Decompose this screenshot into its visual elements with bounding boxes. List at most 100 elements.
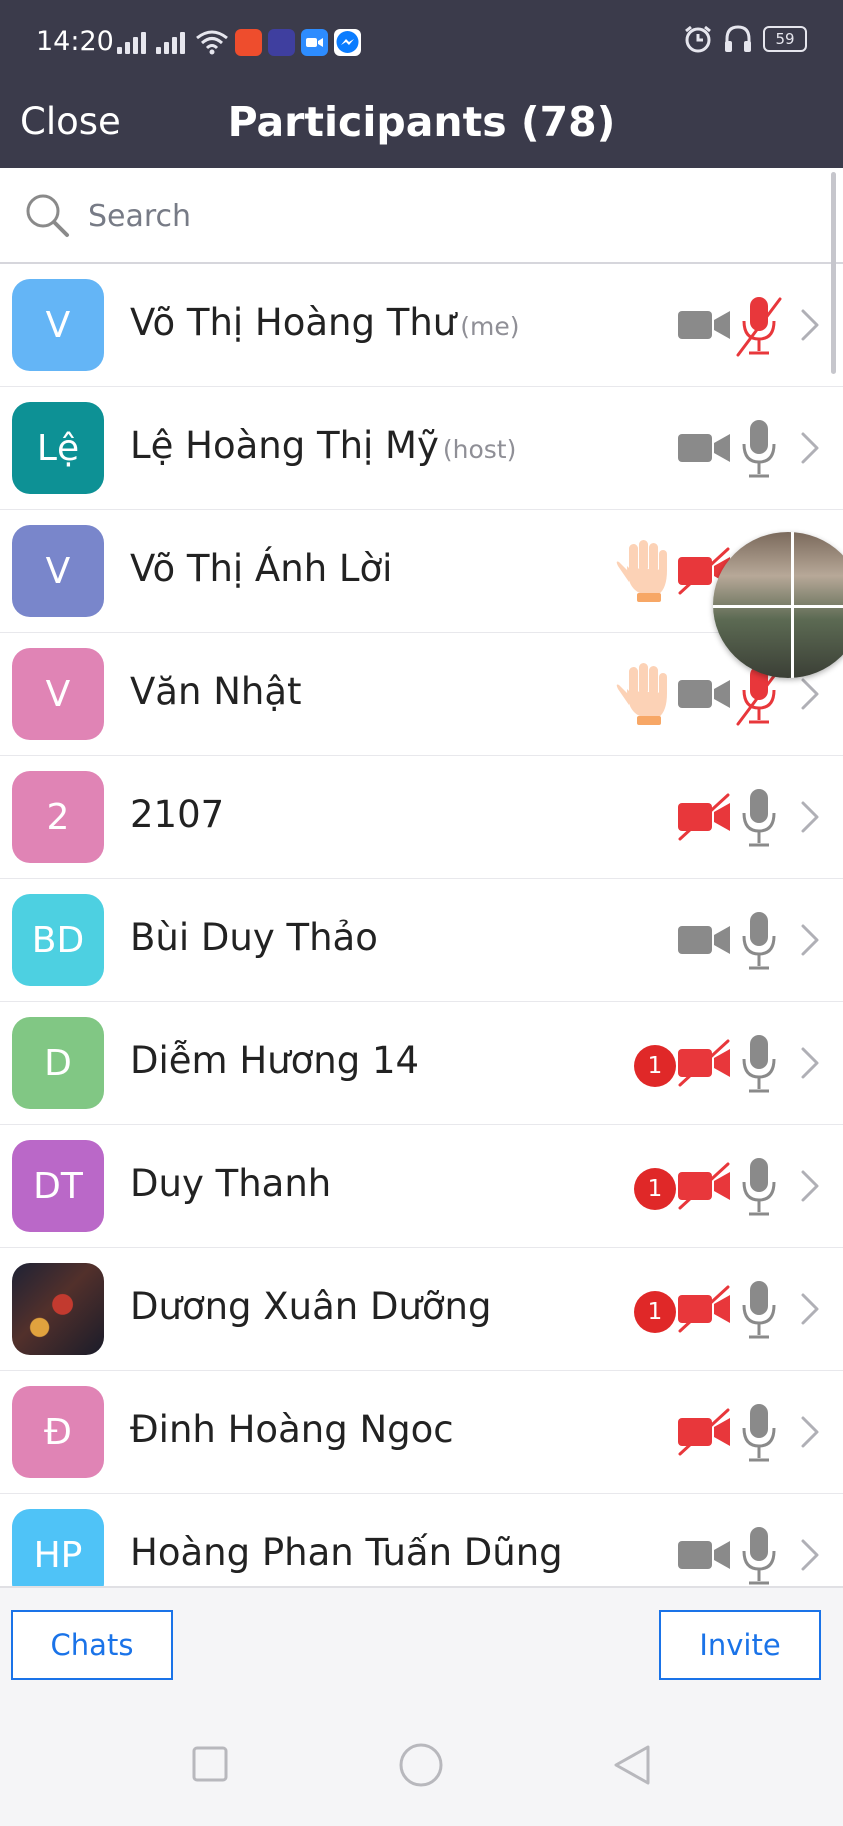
- chevron-right-icon: [801, 678, 819, 710]
- chevron-right-icon: [801, 309, 819, 341]
- participant-avatar: D: [12, 1017, 104, 1109]
- participant-name: Hoàng Phan Tuấn Dũng: [130, 1531, 563, 1574]
- participant-role-label: (me): [460, 312, 520, 341]
- participant-name-text: Lệ Hoàng Thị Mỹ: [130, 424, 439, 467]
- participant-name-text: Hoàng Phan Tuấn Dũng: [130, 1531, 563, 1574]
- raised-hand-icon: [616, 540, 667, 602]
- chevron-right-icon: [801, 801, 819, 833]
- system-nav-bar: [0, 1690, 843, 1826]
- status-left-icons: [117, 24, 361, 60]
- unread-count-badge: 1: [634, 1291, 676, 1333]
- participant-avatar: DT: [12, 1140, 104, 1232]
- video-off-icon: [678, 793, 730, 841]
- participant-name: Duy Thanh: [130, 1162, 331, 1205]
- video-on-icon: [678, 311, 730, 339]
- invite-button[interactable]: Invite: [659, 1610, 821, 1680]
- wifi-icon: [196, 30, 228, 55]
- status-bar: 14:20 59: [0, 0, 843, 84]
- headphones-icon: [725, 25, 751, 52]
- search-bar: [0, 168, 843, 264]
- participant-name-text: Đinh Hoàng Ngoc: [130, 1408, 454, 1451]
- participant-row[interactable]: Dương Xuân Dưỡng 1: [0, 1248, 843, 1372]
- video-on-icon: [678, 680, 730, 708]
- participant-avatar: 2: [12, 771, 104, 863]
- mic-icon: [742, 912, 776, 970]
- participant-list[interactable]: V Võ Thị Hoàng Thư (me) Lệ Lệ Hoàng Thị Mỹ (h…: [0, 264, 843, 1586]
- participant-row[interactable]: V Võ Thị Hoàng Thư (me): [0, 264, 843, 388]
- participant-name: Võ Thị Ánh Lời: [130, 547, 392, 590]
- chevron-right-icon: [801, 1170, 819, 1202]
- chevron-right-icon: [801, 432, 819, 464]
- chevron-right-icon: [801, 1416, 819, 1448]
- chevron-right-icon: [801, 1293, 819, 1325]
- video-off-icon: [678, 1162, 730, 1210]
- search-input[interactable]: [86, 190, 790, 242]
- scrollbar[interactable]: [831, 172, 836, 374]
- header: Close Participants (78): [0, 84, 843, 168]
- participant-avatar: [12, 1263, 104, 1355]
- participant-row[interactable]: V Văn Nhật: [0, 633, 843, 757]
- mic-icon: [742, 1527, 776, 1585]
- mic-icon: [742, 789, 776, 847]
- battery-indicator: 59: [763, 26, 807, 52]
- home-icon[interactable]: [398, 1742, 444, 1788]
- participant-avatar: HP: [12, 1509, 104, 1586]
- participant-avatar: V: [12, 648, 104, 740]
- participant-row[interactable]: HP Hoàng Phan Tuấn Dũng: [0, 1494, 843, 1586]
- page-title: Participants (78): [227, 98, 616, 146]
- participant-row[interactable]: D Diễm Hương 14 1: [0, 1002, 843, 1126]
- participant-name-text: Duy Thanh: [130, 1162, 332, 1205]
- participant-avatar: V: [12, 525, 104, 617]
- participant-name-text: Văn Nhật: [130, 670, 302, 713]
- mic-muted-icon: [736, 297, 782, 357]
- lazada-app-icon: [268, 28, 295, 56]
- mic-icon: [742, 420, 776, 478]
- mic-icon: [742, 1281, 776, 1339]
- participant-row[interactable]: 2 2107: [0, 756, 843, 880]
- participant-name: Văn Nhật: [130, 670, 302, 713]
- participant-name-text: Diễm Hương 14: [130, 1039, 420, 1082]
- status-right-icons: 59: [683, 24, 807, 54]
- bottom-toolbar: Chats Invite: [0, 1586, 843, 1690]
- participant-row[interactable]: Lệ Lệ Hoàng Thị Mỹ (host): [0, 387, 843, 511]
- participant-avatar: Lệ: [12, 402, 104, 494]
- mic-icon: [742, 1035, 776, 1093]
- participant-name: 2107: [130, 793, 224, 836]
- recent-apps-icon[interactable]: [192, 1746, 228, 1782]
- video-on-icon: [678, 434, 730, 462]
- messenger-app-icon: [334, 28, 361, 56]
- chevron-right-icon: [801, 924, 819, 956]
- participant-role-label: (host): [442, 435, 517, 464]
- search-icon: [26, 194, 69, 237]
- participant-name-text: Võ Thị Hoàng Thư: [130, 301, 457, 344]
- status-time: 14:20: [36, 26, 114, 57]
- back-icon[interactable]: [612, 1744, 652, 1786]
- unread-count-badge: 1: [634, 1045, 676, 1087]
- chevron-right-icon: [801, 1539, 819, 1571]
- participant-name-text: Dương Xuân Dưỡng: [130, 1285, 492, 1328]
- chevron-right-icon: [801, 1047, 819, 1079]
- video-off-icon: [678, 1285, 730, 1333]
- participant-row[interactable]: DT Duy Thanh 1: [0, 1125, 843, 1249]
- participant-row[interactable]: Đ Đinh Hoàng Ngoc: [0, 1371, 843, 1495]
- chats-button[interactable]: Chats: [11, 1610, 173, 1680]
- video-on-icon: [678, 926, 730, 954]
- mic-icon: [742, 1404, 776, 1462]
- participant-row[interactable]: BD Bùi Duy Thảo: [0, 879, 843, 1003]
- participant-name: Võ Thị Hoàng Thư (me): [130, 301, 520, 344]
- participant-avatar: Đ: [12, 1386, 104, 1478]
- shopee-app-icon: [235, 28, 262, 56]
- participant-avatar: V: [12, 279, 104, 371]
- video-on-icon: [678, 1541, 730, 1569]
- participant-name: Diễm Hương 14: [130, 1039, 419, 1082]
- video-off-icon: [678, 1408, 730, 1456]
- participant-name: Bùi Duy Thảo: [130, 916, 378, 959]
- unread-count-badge: 1: [634, 1168, 676, 1210]
- participant-name: Dương Xuân Dưỡng: [130, 1285, 491, 1328]
- participant-name: Đinh Hoàng Ngoc: [130, 1408, 454, 1451]
- cellular-signal-icon: [117, 30, 146, 54]
- participant-name-text: Bùi Duy Thảo: [130, 916, 378, 959]
- mic-icon: [742, 1158, 776, 1216]
- raised-hand-icon: [616, 663, 667, 725]
- participant-name-text: 2107: [130, 793, 225, 836]
